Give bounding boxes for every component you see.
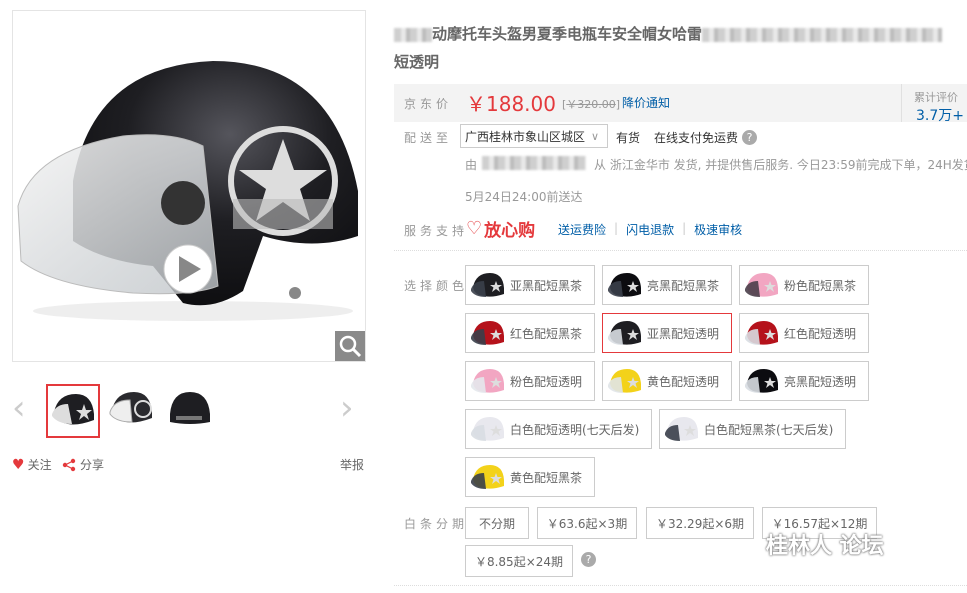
installment-label: 白条分期 <box>404 517 469 531</box>
helmet-swatch-icon <box>745 273 778 297</box>
color-option-label: 亚黑配短透明 <box>647 326 720 341</box>
thumb-next-icon[interactable]: › <box>340 388 354 428</box>
follow-button[interactable]: ♥ 关注 <box>12 456 52 473</box>
chevron-down-icon: ∨ <box>591 129 600 143</box>
service-item[interactable]: 极速审核 <box>694 221 742 238</box>
help-icon[interactable]: ? <box>742 130 757 145</box>
color-option[interactable]: 黄色配短黑茶 <box>465 457 595 497</box>
original-price: [￥320.00] <box>562 96 620 112</box>
color-option[interactable]: 亮黑配短黑茶 <box>602 265 732 305</box>
helmet-swatch-icon <box>471 321 504 345</box>
color-option[interactable]: 黄色配短透明 <box>602 361 732 401</box>
thumb-1[interactable] <box>46 384 100 438</box>
color-option-label: 粉色配短透明 <box>510 374 583 389</box>
color-option[interactable]: 红色配短透明 <box>739 313 869 353</box>
color-option[interactable]: 红色配短黑茶 <box>465 313 595 353</box>
color-option-label: 红色配短透明 <box>784 326 857 341</box>
service-label: 服务支持 <box>404 224 469 238</box>
thumb-3[interactable] <box>164 384 214 434</box>
color-option-label: 粉色配短黑茶 <box>784 278 857 293</box>
color-option-label: 白色配短透明(七天后发) <box>510 422 640 437</box>
review-label: 累计评价 <box>914 91 958 104</box>
delivery-label: 配送至 <box>404 131 453 145</box>
ship-info: 从 浙江金华市 发货, 并提供售后服务. 今日23:59前完成下单，24H发货 <box>594 158 967 172</box>
follow-label: 关注 <box>27 458 52 472</box>
original-price-suffix: ] <box>615 98 621 111</box>
helmet-image <box>17 61 358 321</box>
installment-option[interactable]: ￥63.6起×3期 <box>537 507 637 539</box>
separator: | <box>614 221 619 235</box>
helmet-swatch-icon <box>471 465 504 489</box>
helmet-swatch-icon <box>471 369 504 393</box>
color-option-label: 白色配短黑茶(七天后发) <box>704 422 834 437</box>
original-price-value: ￥320.00 <box>566 98 616 111</box>
title-line-2: 短透明 <box>394 53 440 71</box>
redacted-shop <box>482 156 586 170</box>
stock-status: 有货 <box>616 131 641 145</box>
share-icon <box>62 458 76 471</box>
share-button[interactable]: 分享 <box>62 456 104 473</box>
service-list: 送运费险 | 闪电退款 | 极速审核 <box>558 221 742 238</box>
color-option-label: 亚黑配短黑茶 <box>510 278 583 293</box>
color-option[interactable]: 亮黑配短透明 <box>739 361 869 401</box>
redacted-text <box>394 27 432 42</box>
main-product-image[interactable] <box>12 10 366 362</box>
divider <box>394 250 967 251</box>
color-option[interactable]: 白色配短透明(七天后发) <box>465 409 652 449</box>
report-link[interactable]: 举报 <box>340 456 364 473</box>
helmet-swatch-icon <box>608 273 641 297</box>
share-label: 分享 <box>80 458 105 472</box>
divider <box>901 84 902 122</box>
installment-option[interactable]: ￥32.29起×6期 <box>646 507 754 539</box>
price-panel: 京东价 ￥188.00 [￥320.00] 降价通知 累计评价 3.7万+ <box>394 84 967 125</box>
product-title: 动摩托车头盔男夏季电瓶车安全帽女哈雷 短透明 <box>394 20 967 76</box>
service-item[interactable]: 送运费险 <box>558 221 606 238</box>
separator: | <box>682 221 687 235</box>
review-count[interactable]: 3.7万+ <box>916 105 964 125</box>
helmet-swatch-icon <box>665 417 698 441</box>
free-shipping: 在线支付免运费 <box>654 131 739 145</box>
thumb-prev-icon[interactable]: ‹ <box>12 388 26 428</box>
thumb-2[interactable] <box>106 384 156 434</box>
color-option-label: 黄色配短黑茶 <box>510 470 583 485</box>
color-option[interactable]: 亚黑配短黑茶 <box>465 265 595 305</box>
current-price: ￥188.00 <box>466 92 556 116</box>
price-notify-link[interactable]: 降价通知 <box>622 94 670 111</box>
watermark: 桂林人 论坛 <box>766 534 884 559</box>
color-option-label: 红色配短黑茶 <box>510 326 583 341</box>
heart-icon: ♥ <box>12 456 25 473</box>
color-option[interactable]: 粉色配短透明 <box>465 361 595 401</box>
location-value: 广西桂林市象山区城区 <box>465 129 586 144</box>
help-icon[interactable]: ? <box>581 552 596 567</box>
installment-option[interactable]: 不分期 <box>465 507 529 539</box>
color-option-label: 黄色配短透明 <box>647 374 720 389</box>
helmet-swatch-icon <box>471 273 504 297</box>
zoom-icon[interactable] <box>335 331 365 361</box>
color-option[interactable]: 白色配短黑茶(七天后发) <box>659 409 846 449</box>
redacted-text <box>702 27 943 42</box>
helmet-swatch-icon <box>608 369 641 393</box>
helmet-swatch-icon <box>471 417 504 441</box>
helmet-swatch-icon <box>745 369 778 393</box>
service-item[interactable]: 闪电退款 <box>626 221 674 238</box>
color-option-label: 亮黑配短黑茶 <box>647 278 720 293</box>
color-label: 选择颜色 <box>404 279 469 293</box>
divider <box>394 585 967 586</box>
title-line-1: 动摩托车头盔男夏季电瓶车安全帽女哈雷 <box>432 25 703 43</box>
ship-prefix: 由 <box>465 158 478 172</box>
heart-outline-icon: ♡ <box>466 218 483 239</box>
helmet-swatch-icon <box>608 321 641 345</box>
color-option-label: 亮黑配短透明 <box>784 374 857 389</box>
service-brand: 放心购 <box>484 221 536 241</box>
installment-option[interactable]: ￥8.85起×24期 <box>465 545 573 577</box>
location-select[interactable]: 广西桂林市象山区城区 ∨ <box>460 124 608 148</box>
helmet-swatch-icon <box>745 321 778 345</box>
fangxingou-badge: ♡ 放心购 <box>466 216 535 241</box>
arrival-time: 5月24日24:00前送达 <box>465 190 583 204</box>
color-option[interactable]: 粉色配短黑茶 <box>739 265 869 305</box>
color-option[interactable]: 亚黑配短透明 <box>602 313 732 353</box>
price-label: 京东价 <box>404 97 453 111</box>
